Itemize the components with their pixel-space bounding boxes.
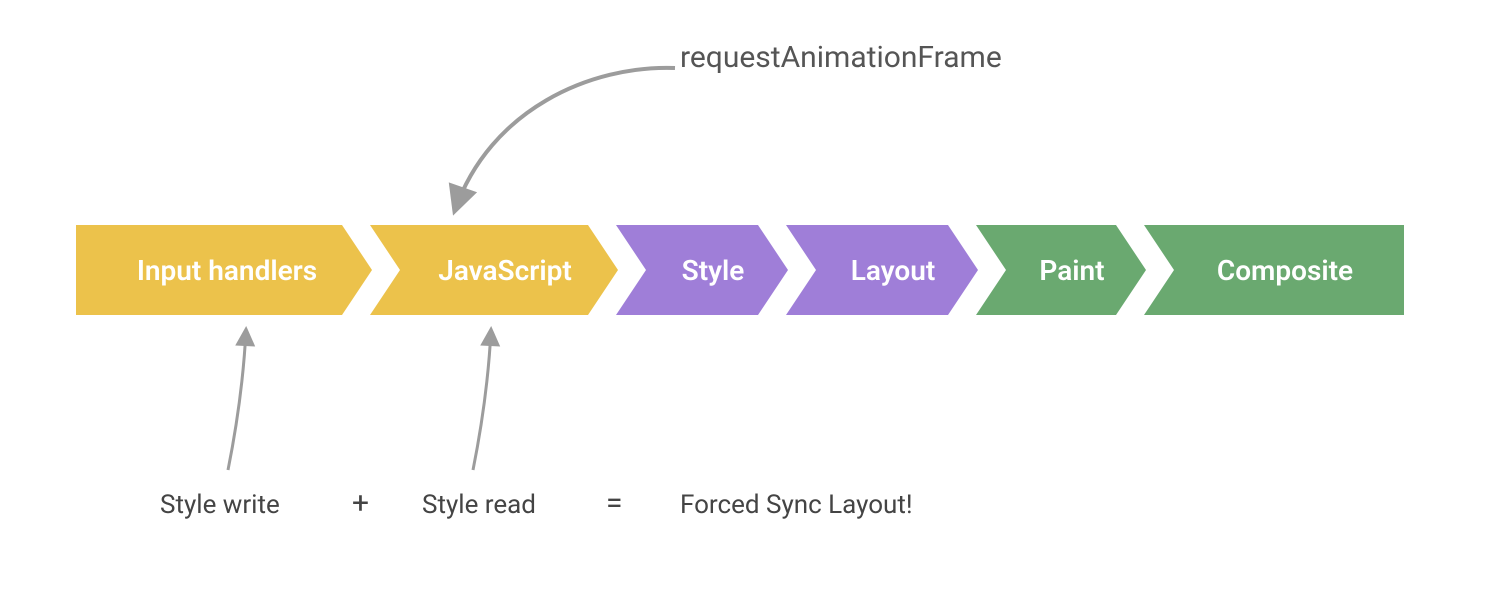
stage-javascript: JavaScript (370, 225, 618, 315)
stage-label: Paint (1005, 254, 1116, 287)
arrow-style-read-icon (455, 320, 535, 475)
stage-layout: Layout (786, 225, 978, 315)
stage-paint: Paint (976, 225, 1146, 315)
label-style-read: Style read (422, 490, 536, 520)
arrow-to-javascript-icon (420, 50, 680, 225)
label-style-write: Style write (160, 490, 280, 520)
diagram-canvas: requestAnimationFrame Input handlers Java… (0, 0, 1496, 605)
label-equals: = (606, 486, 622, 521)
stage-input-handlers: Input handlers (76, 225, 372, 315)
label-forced-sync-layout: Forced Sync Layout! (680, 490, 913, 520)
arrow-style-write-icon (210, 320, 290, 475)
stage-label: Composite (1183, 254, 1365, 287)
stage-label: Style (648, 254, 757, 287)
label-plus: + (352, 486, 369, 521)
stage-style: Style (616, 225, 788, 315)
frame-pipeline: Input handlers JavaScript Style Layout Paint… (76, 225, 1402, 315)
stage-label: Layout (817, 254, 948, 287)
stage-composite: Composite (1144, 225, 1404, 315)
stage-label: JavaScript (404, 254, 584, 287)
annotation-request-animation-frame: requestAnimationFrame (680, 40, 1002, 75)
stage-label: Input handlers (119, 254, 329, 287)
